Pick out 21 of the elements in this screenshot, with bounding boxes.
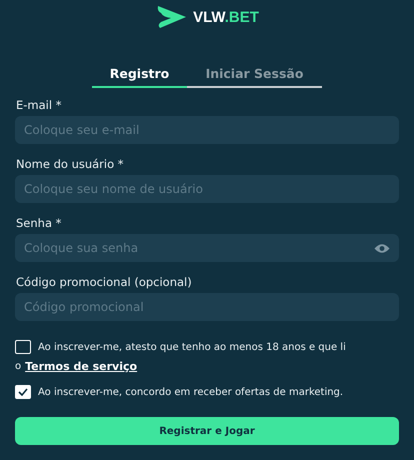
play-logo-icon bbox=[155, 5, 188, 29]
checkbox[interactable] bbox=[15, 385, 31, 399]
password-field[interactable]: Coloque sua senha bbox=[15, 234, 399, 262]
input-field[interactable]: Código promocional bbox=[15, 293, 399, 321]
field-label: Código promocional (opcional) bbox=[16, 275, 193, 289]
terms-link[interactable]: Termos de serviço bbox=[25, 360, 138, 373]
input-field[interactable]: Coloque seu nome de usuário bbox=[15, 175, 399, 203]
consent-text: Ao inscrever-me, concordo em receber ofertas de marketing. bbox=[38, 386, 344, 398]
input-field[interactable]: Coloque seu e-mail bbox=[15, 116, 399, 144]
tab[interactable]: Iniciar Sessão bbox=[187, 66, 322, 88]
field-label: Nome do usuário * bbox=[16, 157, 125, 171]
check-icon bbox=[18, 388, 28, 396]
field-label: E-mail * bbox=[16, 98, 62, 112]
consent-text: o bbox=[15, 361, 22, 372]
checkbox[interactable] bbox=[15, 340, 31, 354]
consent-text: Ao inscrever-me, atesto que tenho ao menos 18 anos e que li bbox=[38, 342, 346, 352]
logo-text: VLW.BET bbox=[193, 8, 259, 26]
eye-icon[interactable] bbox=[374, 243, 390, 254]
register-button[interactable]: Registrar e Jogar bbox=[15, 417, 399, 445]
field-label: Senha * bbox=[16, 216, 62, 230]
tab[interactable]: Registro bbox=[92, 66, 187, 88]
